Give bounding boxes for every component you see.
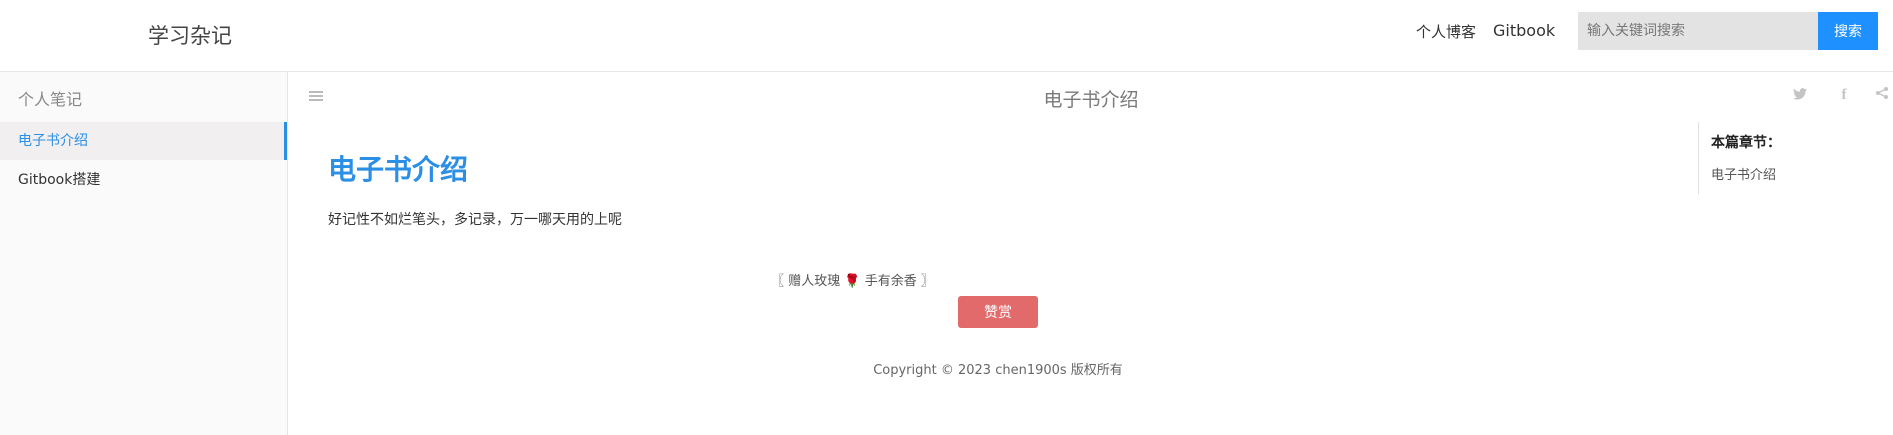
sidebar-item-label: Gitbook搭建 <box>18 172 101 188</box>
book-header: 电子书介绍 f <box>289 72 1893 122</box>
content-title: 电子书介绍 <box>328 153 469 186</box>
page-title: 电子书介绍 <box>1043 89 1139 111</box>
share-icon[interactable] <box>1873 86 1891 104</box>
sidebar-item-gitbook-setup[interactable]: Gitbook搭建 <box>0 161 287 199</box>
sidebar-header: 个人笔记 <box>18 90 83 109</box>
site-brand[interactable]: 学习杂记 <box>148 20 232 50</box>
table-of-contents: 本篇章节： 电子书介绍 <box>1698 122 1893 194</box>
sidebar-item-label: 电子书介绍 <box>18 133 88 149</box>
search-button[interactable]: 搜索 <box>1818 12 1878 50</box>
sidebar: 个人笔记 电子书介绍 Gitbook搭建 <box>0 72 288 435</box>
reward-button[interactable]: 赞赏 <box>958 296 1038 328</box>
sidebar-item-ebook-intro[interactable]: 电子书介绍 <box>0 122 287 160</box>
toc-title: 本篇章节： <box>1711 135 1781 151</box>
twitter-icon[interactable] <box>1791 86 1809 104</box>
nav-link-blog[interactable]: 个人博客 <box>1416 21 1476 42</box>
toc-item[interactable]: 电子书介绍 <box>1711 164 1776 183</box>
copyright: Copyright © 2023 chen1900s 版权所有 <box>873 363 1123 378</box>
facebook-icon[interactable]: f <box>1835 86 1853 104</box>
nav-link-gitbook[interactable]: Gitbook <box>1493 21 1555 40</box>
search-input[interactable] <box>1578 12 1818 50</box>
content-paragraph: 好记性不如烂笔头，多记录，万一哪天用的上呢 <box>328 212 622 228</box>
top-header: 学习杂记 个人博客 Gitbook 搜索 <box>0 0 1893 72</box>
reward-text: 〖 赠人玫瑰 🌹 手有余香 〗 <box>771 274 934 289</box>
